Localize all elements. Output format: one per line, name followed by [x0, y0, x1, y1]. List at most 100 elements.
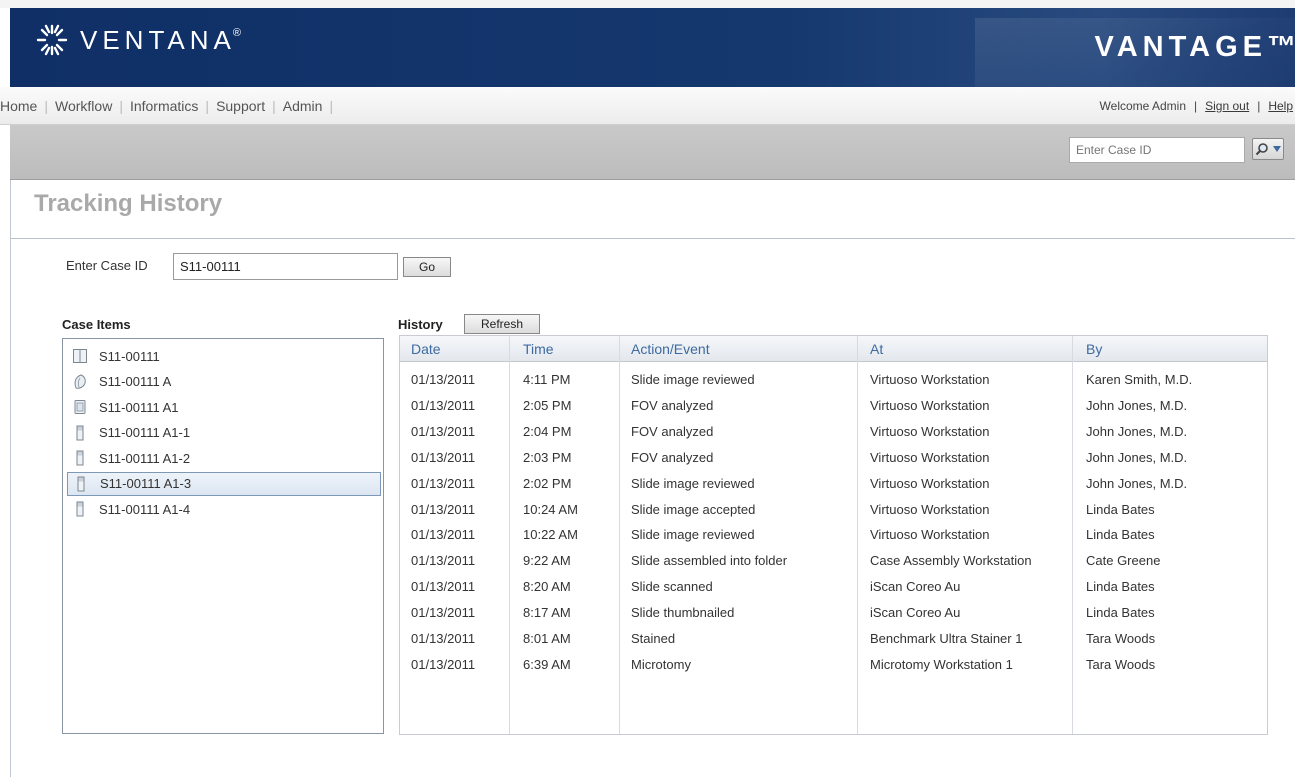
- table-row[interactable]: 01/13/2011 8:17 AM Slide thumbnailed iScan …: [400, 601, 1267, 627]
- case-item-label: S11-00111 A1-1: [99, 425, 191, 440]
- cell-by: John Jones, M.D.: [1086, 475, 1188, 491]
- table-row[interactable]: 01/13/2011 10:22 AM Slide image reviewed Vi…: [400, 523, 1267, 549]
- cell-time: 9:22 AM: [523, 553, 571, 569]
- case-id-search-input[interactable]: [1069, 137, 1245, 163]
- cell-time: 4:11 PM: [523, 372, 571, 387]
- history-table-header: Date Time Action/Event At By: [400, 336, 1267, 362]
- main-nav: Home | Workflow | Informatics | Support …: [0, 87, 1295, 125]
- table-row[interactable]: 01/13/2011 2:05 PM FOV analyzed Virtuoso Wo…: [400, 394, 1267, 420]
- cell-action-event: Slide image reviewed: [631, 475, 755, 491]
- cell-at: Virtuoso Workstation: [870, 397, 990, 413]
- help-link[interactable]: Help: [1268, 99, 1293, 113]
- table-row[interactable]: 01/13/2011 2:02 PM Slide image reviewed Vir…: [400, 472, 1267, 498]
- case-items-heading: Case Items: [62, 317, 131, 332]
- page-left-border: [10, 180, 11, 777]
- cell-date: 01/13/2011: [411, 475, 476, 491]
- column-header-at[interactable]: At: [870, 341, 883, 357]
- cell-by: Karen Smith, M.D.: [1086, 372, 1193, 387]
- cell-by: Cate Greene: [1086, 553, 1161, 569]
- case-icon: [71, 347, 89, 365]
- case-item[interactable]: S11-00111 A1-1: [67, 421, 381, 445]
- cell-action-event: Slide scanned: [631, 579, 713, 595]
- cell-at: iScan Coreo Au: [870, 579, 961, 595]
- search-bar: [10, 125, 1295, 180]
- go-button[interactable]: Go: [403, 257, 451, 277]
- cell-time: 8:20 AM: [523, 579, 571, 595]
- cell-time: 2:05 PM: [523, 397, 572, 413]
- case-item-label: S11-00111 A: [99, 374, 172, 389]
- case-item[interactable]: S11-00111 A1-2: [67, 446, 381, 470]
- cell-action-event: Microtomy: [631, 656, 691, 672]
- nav-divider: |: [44, 98, 48, 114]
- cell-date: 01/13/2011: [411, 397, 476, 413]
- nav-divider: |: [272, 98, 276, 114]
- nav-divider: |: [1194, 99, 1198, 113]
- nav-item-home[interactable]: Home: [0, 98, 37, 114]
- cell-by: Tara Woods: [1086, 656, 1156, 672]
- case-item[interactable]: S11-00111 A1-3: [67, 471, 381, 496]
- case-item-label: S11-00111: [99, 348, 160, 364]
- cell-date: 01/13/2011: [411, 631, 476, 646]
- case-id-label: Enter Case ID: [66, 258, 148, 273]
- title-divider: [10, 238, 1295, 239]
- case-item-label: S11-00111 A1-3: [100, 476, 192, 491]
- nav-item-support[interactable]: Support: [216, 98, 265, 114]
- column-header-action-event[interactable]: Action/Event: [631, 341, 710, 357]
- cell-action-event: FOV analyzed: [631, 397, 714, 413]
- cell-action-event: Slide thumbnailed: [631, 605, 735, 621]
- table-row[interactable]: 01/13/2011 6:39 AM Microtomy Microtomy Work…: [400, 653, 1267, 679]
- cell-time: 2:03 PM: [523, 449, 572, 465]
- cell-date: 01/13/2011: [411, 501, 476, 517]
- table-row[interactable]: 01/13/2011 8:01 AM Stained Benchmark Ultra …: [400, 627, 1267, 653]
- cell-time: 8:17 AM: [523, 605, 571, 621]
- cell-at: Virtuoso Workstation: [870, 501, 990, 517]
- specimen-icon: [71, 373, 89, 391]
- column-header-time[interactable]: Time: [523, 341, 554, 357]
- case-item-label: S11-00111 A1-4: [99, 501, 191, 517]
- product-name: VANTAGE™: [1094, 31, 1295, 63]
- refresh-button[interactable]: Refresh: [464, 314, 540, 334]
- table-row[interactable]: 01/13/2011 9:22 AM Slide assembled into fo…: [400, 549, 1267, 575]
- slide-icon: [71, 449, 89, 467]
- case-items-list[interactable]: S11-00111 S11-00111 A S11-00111 A1 S11-0011…: [62, 338, 384, 734]
- column-header-date[interactable]: Date: [411, 341, 441, 357]
- nav-item-informatics[interactable]: Informatics: [130, 98, 198, 114]
- cell-at: Virtuoso Workstation: [870, 475, 990, 491]
- case-item[interactable]: S11-00111 A1-4: [67, 497, 381, 521]
- search-button[interactable]: [1252, 138, 1284, 160]
- cell-by: John Jones, M.D.: [1086, 423, 1188, 439]
- sign-out-link[interactable]: Sign out: [1205, 99, 1249, 113]
- case-item[interactable]: S11-00111 A1: [67, 395, 381, 419]
- cell-at: Case Assembly Workstation: [870, 553, 1032, 569]
- cell-date: 01/13/2011: [411, 527, 476, 543]
- case-id-input[interactable]: [173, 253, 398, 280]
- cell-action-event: Slide assembled into folder: [631, 553, 788, 569]
- case-item[interactable]: S11-00111 A: [67, 370, 381, 394]
- column-header-by[interactable]: By: [1086, 341, 1102, 357]
- table-row[interactable]: 01/13/2011 10:24 AM Slide image accepted Vi…: [400, 498, 1267, 524]
- nav-divider: |: [205, 98, 210, 114]
- table-row[interactable]: 01/13/2011 8:20 AM Slide scanned iScan Core…: [400, 575, 1267, 601]
- case-item[interactable]: S11-00111: [67, 344, 381, 368]
- cell-by: Linda Bates: [1086, 501, 1155, 517]
- cell-at: Virtuoso Workstation: [870, 423, 990, 439]
- cell-action-event: FOV analyzed: [631, 449, 714, 465]
- block-icon: [71, 398, 89, 416]
- cell-by: Linda Bates: [1086, 579, 1155, 595]
- nav-item-admin[interactable]: Admin: [283, 98, 323, 114]
- cell-at: Virtuoso Workstation: [870, 449, 990, 465]
- cell-at: Virtuoso Workstation: [870, 527, 990, 543]
- nav-item-workflow[interactable]: Workflow: [55, 98, 112, 114]
- nav-divider: |: [119, 98, 123, 114]
- user-menu: Welcome Admin | Sign out | Help: [1100, 99, 1293, 113]
- table-row[interactable]: 01/13/2011 4:11 PM Slide image reviewed Vir…: [400, 368, 1267, 394]
- history-table: Date Time Action/Event At By 01/13/2011 4:11 …: [399, 335, 1268, 735]
- table-row[interactable]: 01/13/2011 2:03 PM FOV analyzed Virtuoso Wo…: [400, 446, 1267, 472]
- cell-time: 6:39 AM: [523, 656, 571, 672]
- cell-time: 8:01 AM: [523, 631, 571, 646]
- table-row[interactable]: 01/13/2011 2:04 PM FOV analyzed Virtuoso Wo…: [400, 420, 1267, 446]
- cell-time: 2:04 PM: [523, 423, 572, 439]
- slide-icon: [72, 475, 90, 493]
- cell-time: 10:24 AM: [523, 501, 578, 517]
- brand-name: VENTANA: [80, 24, 236, 55]
